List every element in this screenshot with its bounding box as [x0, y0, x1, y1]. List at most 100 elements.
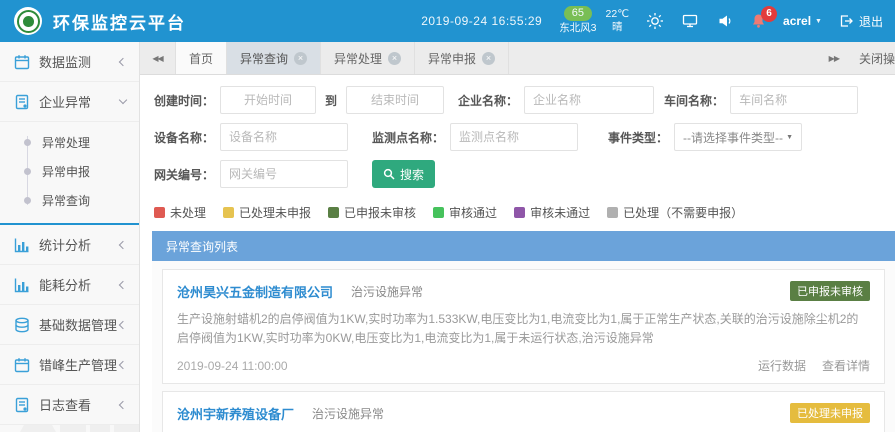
tab-scroll-right-icon[interactable]: ▶▶: [829, 54, 839, 63]
header-bar: 环保监控云平台 2019-09-24 16:55:29 65 东北风3 22℃ …: [0, 0, 895, 42]
select-caret-icon: ▼: [786, 134, 793, 141]
search-button[interactable]: 搜索: [372, 160, 435, 188]
event-type-label: 事件类型：: [608, 129, 668, 146]
chevron-left-icon: [119, 280, 127, 288]
legend-item: 审核通过: [433, 204, 497, 221]
status-badge: 已处理未申报: [790, 403, 870, 423]
list-title: 异常查询列表: [152, 231, 895, 261]
device-name-label: 设备名称：: [154, 129, 214, 146]
chevron-left-icon: [119, 57, 127, 65]
sidebar-subitem-exception-query[interactable]: 异常查询: [0, 186, 139, 215]
running-data-link[interactable]: 运行数据: [758, 357, 806, 374]
logout-icon: [839, 14, 853, 28]
tab-home[interactable]: 首页: [176, 42, 227, 74]
tab-exception-handling[interactable]: 异常处理 ×: [321, 42, 415, 74]
exception-list-panel: 异常查询列表 沧州昊兴五金制造有限公司 治污设施异常 已申报未审核 生产设施射蜡…: [152, 231, 895, 432]
device-name-input[interactable]: [220, 123, 348, 151]
search-icon: [383, 168, 395, 180]
company-name-input[interactable]: [524, 86, 654, 114]
monitor-point-input[interactable]: [450, 123, 578, 151]
sidebar-item-energy-analysis[interactable]: 能耗分析: [0, 265, 139, 305]
bar-chart-icon: [14, 237, 30, 253]
legend-item: 已处理未申报: [223, 204, 311, 221]
end-time-input[interactable]: [346, 86, 444, 114]
monitor-icon[interactable]: [681, 12, 699, 30]
sidebar-item-enterprise-abnormal[interactable]: 企业异常: [0, 82, 139, 122]
company-name-link[interactable]: 沧州昊兴五金制造有限公司: [177, 282, 333, 301]
legend-swatch: [433, 207, 444, 218]
card-list: 沧州昊兴五金制造有限公司 治污设施异常 已申报未审核 生产设施射蜡机2的启停阀值…: [152, 261, 895, 432]
gateway-label: 网关编号：: [154, 166, 214, 183]
card-description: 生产设施射蜡机2的启停阀值为1KW,实时功率为1.533KW,电压变比为1,电流…: [177, 310, 870, 348]
sidebar-item-offpeak-production[interactable]: 错峰生产管理: [0, 345, 139, 385]
aqi-badge: 65: [564, 6, 592, 21]
legend-item: 未处理: [154, 204, 206, 221]
document-icon: [14, 397, 30, 413]
sidebar-subitem-exception-declare[interactable]: 异常申报: [0, 157, 139, 186]
to-label: 到: [325, 92, 337, 109]
exception-card: 沧州昊兴五金制造有限公司 治污设施异常 已申报未审核 生产设施射蜡机2的启停阀值…: [162, 269, 885, 384]
chevron-down-icon: [119, 96, 127, 104]
content-area: ◀◀ 首页 异常查询 × 异常处理 × 异常申报 × ▶▶ 关闭操作: [140, 42, 895, 432]
tab-exception-declare[interactable]: 异常申报 ×: [415, 42, 509, 74]
legend-swatch: [328, 207, 339, 218]
company-name-link[interactable]: 沧州宇新养殖设备厂: [177, 404, 294, 423]
sidebar-subitem-exception-handling[interactable]: 异常处理: [0, 128, 139, 157]
speaker-icon[interactable]: [716, 12, 734, 30]
create-time-label: 创建时间：: [154, 92, 214, 109]
chevron-left-icon: [119, 360, 127, 368]
workshop-name-input[interactable]: [730, 86, 858, 114]
filter-form: 创建时间： 到 企业名称： 车间名称： 设备名称： 监测点名称： 事件类型： -…: [140, 75, 895, 199]
weather-label: 晴: [612, 21, 623, 34]
close-operations-button[interactable]: 关闭操作: [859, 50, 895, 67]
workshop-name-label: 车间名称：: [664, 92, 724, 109]
tab-close-icon[interactable]: ×: [388, 52, 401, 65]
sidebar-item-statistics[interactable]: 统计分析: [0, 225, 139, 265]
start-time-input[interactable]: [220, 86, 316, 114]
temperature-label: 22℃: [606, 8, 629, 21]
user-menu[interactable]: acrel ▼: [783, 14, 822, 28]
bar-chart-icon: [14, 277, 30, 293]
exception-type: 治污设施异常: [312, 405, 384, 422]
tab-scroll-left-icon[interactable]: ◀◀: [140, 42, 176, 74]
card-time: 2019-09-24 11:00:00: [177, 359, 288, 373]
legend-swatch: [223, 207, 234, 218]
sidebar-item-base-data[interactable]: 基础数据管理: [0, 305, 139, 345]
event-type-select[interactable]: --请选择事件类型-- ▼: [674, 123, 802, 151]
document-icon: [14, 94, 30, 110]
page-title: 环保监控云平台: [53, 9, 186, 34]
tab-close-icon[interactable]: ×: [482, 52, 495, 65]
platform-logo-icon: [14, 7, 42, 35]
gateway-input[interactable]: [220, 160, 348, 188]
calendar-icon: [14, 54, 30, 70]
username: acrel: [783, 14, 811, 28]
view-details-link[interactable]: 查看详情: [822, 357, 870, 374]
exception-type: 治污设施异常: [351, 283, 423, 300]
notification-badge[interactable]: 6: [761, 6, 777, 22]
database-icon: [14, 317, 30, 333]
legend-swatch: [154, 207, 165, 218]
tab-exception-query[interactable]: 异常查询 ×: [227, 42, 321, 74]
sidebar-item-data-monitoring[interactable]: 数据监测: [0, 42, 139, 82]
logout-button[interactable]: 退出: [839, 13, 883, 30]
chevron-left-icon: [119, 320, 127, 328]
status-badge: 已申报未审核: [790, 281, 870, 301]
user-caret-icon: ▼: [815, 18, 822, 25]
legend-item: 已处理（不需要申报）: [607, 204, 743, 221]
weather-widget: 65 东北风3 22℃ 晴: [559, 6, 629, 35]
wind-label: 东北风3: [559, 22, 596, 35]
company-name-label: 企业名称：: [458, 92, 518, 109]
legend-item: 已申报未审核: [328, 204, 416, 221]
sun-icon: [646, 12, 664, 30]
calendar-icon: [14, 357, 30, 373]
bell-icon[interactable]: 6: [751, 13, 766, 29]
header-datetime: 2019-09-24 16:55:29: [421, 14, 542, 28]
exception-card: 沧州宇新养殖设备厂 治污设施异常 已处理未申报 生产设施挤出机2的启停阀值为1K…: [162, 391, 885, 432]
legend-swatch: [607, 207, 618, 218]
sidebar: 数据监测 企业异常 异常处理 异常申报 异常查询 统计分析: [0, 42, 140, 432]
tab-close-icon[interactable]: ×: [294, 52, 307, 65]
sidebar-item-log-view[interactable]: 日志查看: [0, 385, 139, 425]
legend-item: 审核未通过: [514, 204, 590, 221]
logout-label: 退出: [859, 13, 883, 30]
chevron-left-icon: [119, 400, 127, 408]
